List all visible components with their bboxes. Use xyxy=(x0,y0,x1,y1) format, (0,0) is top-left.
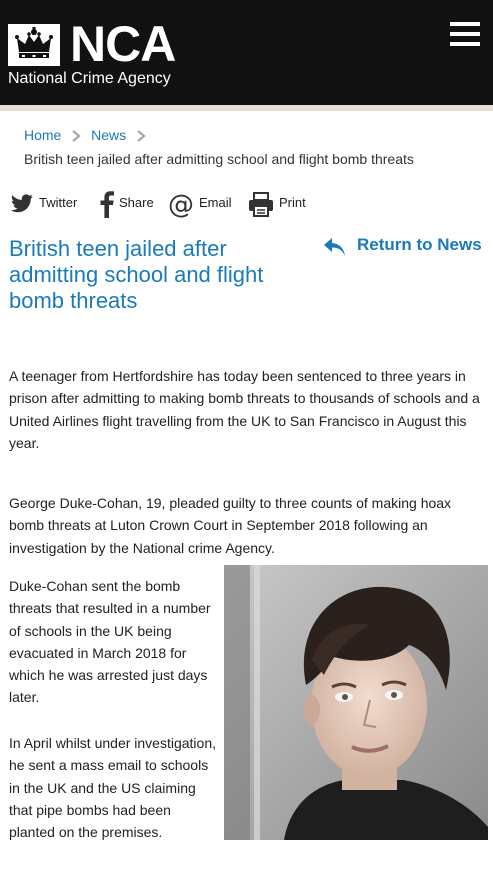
twitter-icon xyxy=(11,194,33,213)
return-arrow-icon xyxy=(324,238,345,256)
share-bar: Twitter Share @ Email Print xyxy=(9,190,339,218)
logo-wordmark: NCA xyxy=(70,16,176,72)
printer-icon xyxy=(249,192,273,217)
share-facebook-label: Share xyxy=(119,195,154,210)
breadcrumb-home-link[interactable]: Home xyxy=(24,127,61,143)
site-header: NCA National Crime Agency xyxy=(0,0,493,105)
article-paragraph-4: In April whilst under investigation, he … xyxy=(9,735,216,841)
facebook-icon xyxy=(100,191,114,218)
share-email-button[interactable]: @ Email xyxy=(168,190,240,218)
share-email-label: Email xyxy=(199,195,232,210)
return-to-news-label: Return to News xyxy=(357,235,482,254)
print-button[interactable]: Print xyxy=(248,190,318,218)
breadcrumb-news-link[interactable]: News xyxy=(91,127,126,143)
breadcrumb-current: British teen jailed after admitting scho… xyxy=(24,151,414,167)
breadcrumb: Home News xyxy=(24,127,152,143)
article-title: British teen jailed after admitting scho… xyxy=(9,236,264,313)
chevron-right-icon xyxy=(137,130,146,142)
share-twitter-label: Twitter xyxy=(39,195,78,210)
nca-logo[interactable]: NCA National Crime Agency xyxy=(8,16,198,94)
return-to-news-link[interactable]: Return to News xyxy=(322,234,492,262)
hamburger-menu-icon[interactable] xyxy=(450,22,480,48)
article-photo xyxy=(224,565,488,840)
logo-subtitle: National Crime Agency xyxy=(8,70,171,87)
print-label: Print xyxy=(279,195,306,210)
share-twitter-button[interactable]: Twitter xyxy=(9,190,84,218)
share-facebook-button[interactable]: Share xyxy=(97,190,162,218)
at-sign-email-icon: @ xyxy=(168,190,194,218)
article-paragraph-1: A teenager from Hertfordshire has today … xyxy=(9,368,480,451)
crown-crest-icon xyxy=(8,24,60,66)
header-divider xyxy=(0,105,493,111)
article-paragraph-3: Duke-Cohan sent the bomb threats that re… xyxy=(9,578,211,706)
svg-text:@: @ xyxy=(168,190,194,218)
chevron-right-icon xyxy=(72,130,82,142)
article-paragraph-2: George Duke-Cohan, 19, pleaded guilty to… xyxy=(9,495,452,556)
